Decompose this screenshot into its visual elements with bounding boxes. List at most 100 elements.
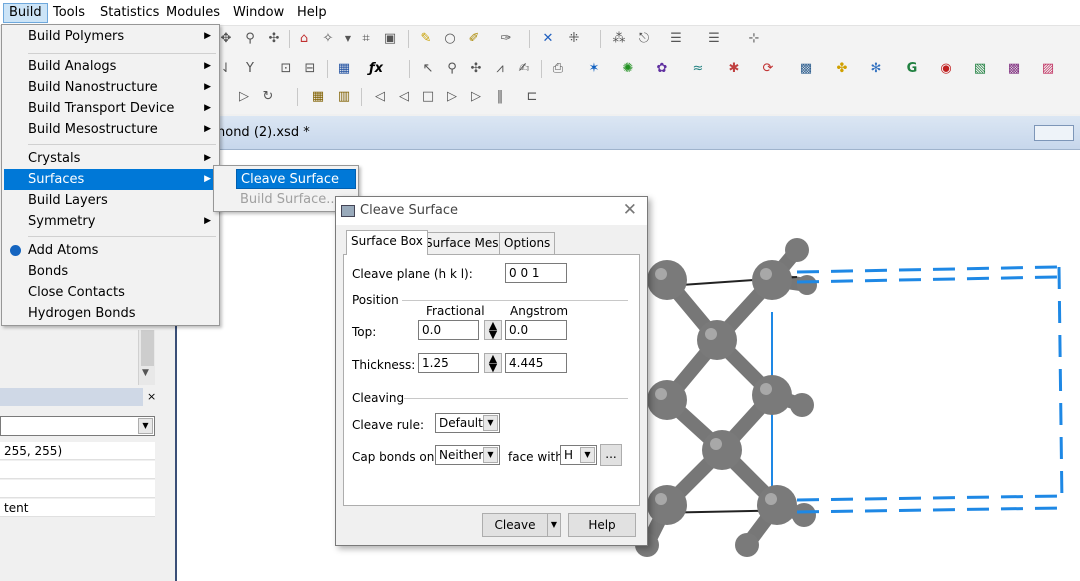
browse-button[interactable]: ... [600,444,622,466]
thickness-fractional-input[interactable]: 1.25 [418,353,479,373]
rotate-icon[interactable]: ✧ [319,30,337,48]
zoom-icon[interactable]: ⚲ [241,30,259,48]
list-icon[interactable]: ☰ [705,30,723,48]
paint-icon[interactable]: ✍ [515,60,533,78]
chevron-down-icon[interactable]: ▼ [483,415,498,431]
module-h-icon[interactable]: ✤ [833,60,851,78]
module-l-icon[interactable]: ▧ [971,60,989,78]
menu-item-add-atoms[interactable]: Add Atoms [4,240,217,261]
menu-window[interactable]: Window [228,3,289,23]
prev-frame-icon[interactable]: ◁ [395,88,413,106]
save-frame-icon[interactable]: ▦ [309,88,327,106]
menu-item-bonds[interactable]: Bonds [4,261,217,282]
save-all-icon[interactable]: ▥ [335,88,353,106]
module-j-icon[interactable]: G [903,60,921,78]
tab-options[interactable]: Options [499,232,556,254]
menu-item-build-nanostructure[interactable]: Build Nanostructure ▶ [4,77,217,98]
next-frame-icon[interactable]: ▷ [443,88,461,106]
pencil-icon[interactable]: ✎ [417,30,435,48]
lock-icon[interactable]: ⊡ [277,60,295,78]
dialog-titlebar[interactable]: Cleave Surface ✕ [336,197,647,225]
module-f-icon[interactable]: ⟳ [759,60,777,78]
empty-row[interactable] [0,461,155,479]
menu-tools[interactable]: Tools [48,3,90,23]
menu-item-crystals[interactable]: Crystals ▶ [4,148,217,169]
close-icon[interactable]: ✕ [623,200,637,220]
pause-icon[interactable]: ‖ [491,88,509,106]
axes-icon[interactable]: ⊹ [745,30,763,48]
tab-surface-box[interactable]: Surface Box [346,230,428,255]
empty-row[interactable] [0,480,155,498]
color-value-row[interactable]: 255, 255) [0,442,155,460]
face-with-select[interactable]: H ▼ [560,445,597,465]
scrollbar-thumb[interactable] [141,330,154,366]
thickness-angstrom-input[interactable]: 4.445 [505,353,567,373]
top-angstrom-input[interactable]: 0.0 [505,320,567,340]
menu-item-hydrogen-bonds[interactable]: Hydrogen Bonds [4,303,217,324]
module-n-icon[interactable]: ▨ [1039,60,1057,78]
clean-icon[interactable]: ✕ [539,30,557,48]
top-fractional-input[interactable]: 0.0 [418,320,479,340]
module-a-icon[interactable]: ✶ [585,60,603,78]
module-i-icon[interactable]: ✻ [867,60,885,78]
menu-modules[interactable]: Modules [161,3,225,23]
cap-bonds-select[interactable]: Neither ▼ [435,445,500,465]
module-m-icon[interactable]: ▩ [1005,60,1023,78]
home-icon[interactable]: ⌂ [295,30,313,48]
menu-build[interactable]: Build [3,3,48,23]
lines-icon[interactable]: ☰ [667,30,685,48]
thickness-spinner[interactable]: ▲ ▼ [484,353,502,373]
chevron-down-icon[interactable]: ▼ [580,447,595,463]
select-icon[interactable]: ↖ [419,60,437,78]
menu-item-build-layers[interactable]: Build Layers [4,190,217,211]
content-row[interactable]: tent [0,499,155,517]
menu-item-build-analogs[interactable]: Build Analogs ▶ [4,56,217,77]
play-icon[interactable]: ▷ [235,88,253,106]
sketch-fragment-icon[interactable]: ✐ [465,30,483,48]
loop-icon[interactable]: ↻ [259,88,277,106]
scrollbar[interactable]: ▼ [138,330,155,385]
module-k-icon[interactable]: ◉ [937,60,955,78]
cleave-plane-input[interactable]: 0 0 1 [505,263,567,283]
module-g-icon[interactable]: ▩ [797,60,815,78]
first-frame-icon[interactable]: ◁ [371,88,389,106]
menu-item-build-mesostructure[interactable]: Build Mesostructure ▶ [4,119,217,140]
move-icon[interactable]: ✣ [467,60,485,78]
cleave-button[interactable]: Cleave [482,513,548,537]
chevron-down-icon[interactable]: ▼ [483,447,498,463]
stop-icon[interactable]: □ [419,88,437,106]
menu-help[interactable]: Help [292,3,332,23]
chevron-down-icon[interactable]: ▼ [138,418,153,434]
help-button[interactable]: Help [568,513,636,537]
scroll-down-icon[interactable]: ▼ [142,368,149,378]
menu-item-symmetry[interactable]: Symmetry ▶ [4,211,217,232]
tab-surface-mesh[interactable]: Surface Mesh [420,232,512,254]
dropdown-arrow-icon[interactable]: ▼ [339,30,357,48]
property-combo[interactable]: ▼ [0,416,155,436]
menu-item-cleave-surface[interactable]: Cleave Surface [236,169,356,189]
sketch-chain-icon[interactable]: ✑ [497,30,515,48]
window-minimize-button[interactable] [1034,125,1074,141]
hydrogen-icon[interactable]: ⁜ [565,30,583,48]
menu-item-build-transport-device[interactable]: Build Transport Device ▶ [4,98,217,119]
translate-icon[interactable]: ✣ [265,30,283,48]
menu-statistics[interactable]: Statistics [95,3,164,23]
cleave-options-dropdown[interactable]: ▼ [547,513,561,537]
display-style-icon[interactable]: ▣ [381,30,399,48]
menu-item-close-contacts[interactable]: Close Contacts [4,282,217,303]
lasso-icon[interactable]: ⚲ [443,60,461,78]
document-title[interactable]: nond (2).xsd * [217,125,310,140]
module-d-icon[interactable]: ≈ [689,60,707,78]
measure-icon[interactable]: ⎋ [635,30,653,48]
function-icon[interactable]: ƒx [367,60,385,78]
module-e-icon[interactable]: ✱ [725,60,743,78]
module-c-icon[interactable]: ✿ [653,60,671,78]
menu-item-surfaces[interactable]: Surfaces ▶ [4,169,217,190]
chart-icon[interactable]: ⩘ [491,60,509,78]
play-forward-icon[interactable]: ▷ [467,88,485,106]
fit-icon[interactable]: ⌗ [357,30,375,48]
cleave-rule-select[interactable]: Default ▼ [435,413,500,433]
label-icon[interactable]: ⁂ [610,30,628,48]
top-spinner[interactable]: ▲ ▼ [484,320,502,340]
ring-icon[interactable]: ○ [441,30,459,48]
